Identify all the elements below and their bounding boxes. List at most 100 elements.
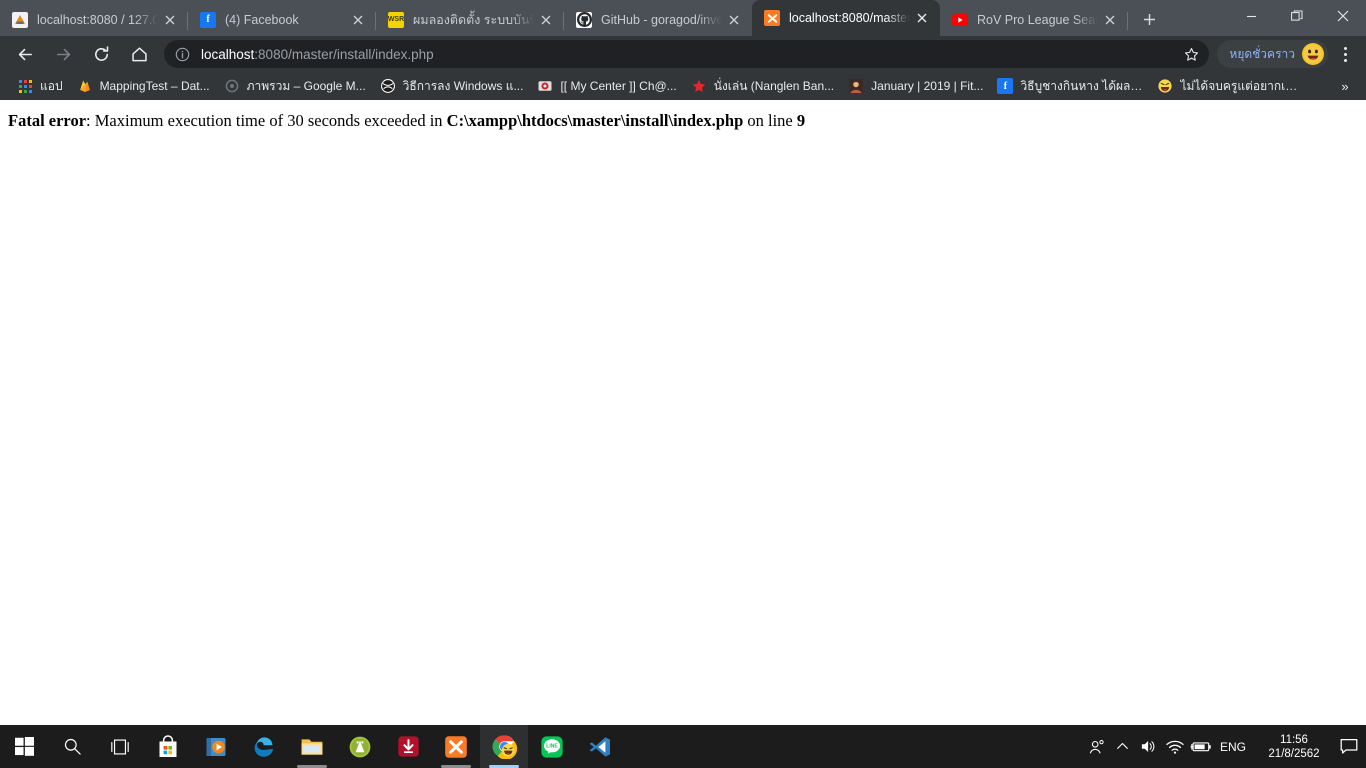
- taskbar-spacer: [624, 725, 1084, 768]
- firebase-icon: [77, 78, 93, 94]
- svg-text:LINE: LINE: [546, 743, 558, 749]
- facebook-icon: f: [200, 11, 216, 28]
- close-button[interactable]: [1320, 0, 1366, 32]
- download-manager-icon[interactable]: [384, 725, 432, 768]
- chrome-menu-button[interactable]: [1330, 38, 1360, 70]
- bookmark-mappingtest[interactable]: MappingTest – Dat...: [70, 75, 217, 97]
- people-icon[interactable]: [1084, 725, 1110, 768]
- tab-close-icon[interactable]: [160, 10, 180, 30]
- address-bar[interactable]: localhost:8080/master/install/index.php: [164, 40, 1210, 68]
- bookmark-label: ภาพรวม – Google M...: [246, 78, 366, 93]
- emoji-icon: [1157, 78, 1173, 94]
- tab-close-icon[interactable]: [348, 10, 368, 30]
- browser-tab-1[interactable]: localhost:8080 / 127.0.0: [0, 3, 188, 36]
- site-info-icon[interactable]: [175, 47, 191, 62]
- profile-button[interactable]: หยุดชั่วคราว: [1217, 40, 1328, 68]
- home-button[interactable]: [123, 38, 155, 70]
- clock-date: 21/8/2562: [1268, 747, 1320, 760]
- browser-tab-2[interactable]: f (4) Facebook: [188, 3, 376, 36]
- forward-button[interactable]: [47, 38, 79, 70]
- clock-time: 11:56: [1280, 733, 1308, 746]
- system-tray: ENG 11:56 21/8/2562: [1084, 725, 1366, 768]
- browser-tab-5-active[interactable]: localhost:8080/master/i: [752, 0, 940, 36]
- browser-tab-3[interactable]: WSR ผมลองติดตั้ง ระบบบันทึกข้อ: [376, 3, 564, 36]
- bookmark-my-center[interactable]: [[ My Center ]] Ch@...: [530, 75, 683, 97]
- line-icon[interactable]: LINE: [528, 725, 576, 768]
- bookmark-label: MappingTest – Dat...: [99, 79, 210, 93]
- windows-taskbar: LINE ENG 11:56 21/8/2562: [0, 725, 1366, 768]
- url-text[interactable]: localhost:8080/master/install/index.php: [201, 47, 1181, 62]
- page-content: Fatal error: Maximum execution time of 3…: [0, 100, 1366, 725]
- window-drag-area: [1166, 0, 1228, 36]
- error-label: Fatal error: [8, 111, 87, 130]
- bookmark-emoji-article[interactable]: ไม่ได้จบครูแต่อยากเป็น...: [1150, 75, 1310, 97]
- apps-grid-icon: [17, 78, 33, 94]
- menu-dot: [1343, 46, 1347, 50]
- chevron-up-icon[interactable]: [1110, 725, 1136, 768]
- tab-title: localhost:8080/master/i: [789, 11, 910, 25]
- globe-icon: [380, 78, 396, 94]
- error-file-path: C:\xampp\htdocs\master\install\index.php: [446, 111, 744, 130]
- tab-close-icon[interactable]: [724, 10, 744, 30]
- menu-dot: [1343, 58, 1347, 62]
- tab-title: (4) Facebook: [225, 12, 299, 27]
- phpmyadmin-icon: [12, 11, 28, 28]
- clock[interactable]: 11:56 21/8/2562: [1256, 725, 1332, 768]
- action-center-icon[interactable]: [1332, 725, 1366, 768]
- media-player-icon[interactable]: [192, 725, 240, 768]
- back-button[interactable]: [9, 38, 41, 70]
- tab-close-icon[interactable]: [912, 8, 932, 28]
- bookmark-label: วิธีการลง Windows แ...: [402, 78, 524, 93]
- facebook-icon: f: [997, 78, 1014, 94]
- microsoft-store-icon[interactable]: [144, 725, 192, 768]
- bookmark-windows-install[interactable]: วิธีการลง Windows แ...: [373, 75, 531, 97]
- restore-button[interactable]: [1274, 0, 1320, 32]
- minimize-button[interactable]: [1228, 0, 1274, 32]
- new-tab-button[interactable]: [1132, 4, 1166, 34]
- browser-tab-4[interactable]: GitHub - goragod/inve: [564, 3, 752, 36]
- language-indicator[interactable]: ENG: [1214, 725, 1256, 768]
- wsr-icon: WSR: [388, 11, 404, 28]
- tab-close-icon[interactable]: [536, 10, 556, 30]
- browser-tab-6[interactable]: RoV Pro League Season: [940, 3, 1128, 36]
- bookmark-label: ไม่ได้จบครูแต่อยากเป็น...: [1180, 78, 1304, 93]
- url-path: :8080/master/install/index.php: [254, 46, 434, 62]
- wifi-icon[interactable]: [1162, 725, 1188, 768]
- chrome-icon[interactable]: [480, 725, 528, 768]
- photo-icon: [848, 78, 864, 94]
- task-view-icon[interactable]: [96, 725, 144, 768]
- bookmark-facebook-post[interactable]: f วิธีบูชางกินหาง ได้ผลดี...: [990, 75, 1150, 97]
- bookmark-nanglen[interactable]: นั่งเล่น (Nanglen Ban...: [684, 75, 841, 97]
- bookmark-january-2019[interactable]: January | 2019 | Fit...: [841, 75, 990, 97]
- edge-icon[interactable]: [240, 725, 288, 768]
- vscode-icon[interactable]: [576, 725, 624, 768]
- error-on-line-text: on line: [743, 111, 797, 130]
- xampp-icon: [764, 10, 780, 26]
- url-host: localhost: [201, 46, 255, 62]
- error-separator: :: [86, 111, 95, 130]
- tab-title: GitHub - goragod/inve: [601, 12, 722, 27]
- search-icon[interactable]: [48, 725, 96, 768]
- xampp-icon[interactable]: [432, 725, 480, 768]
- php-fatal-error-message: Fatal error: Maximum execution time of 3…: [8, 111, 1358, 132]
- bookmark-star-icon[interactable]: [1181, 47, 1201, 62]
- youtube-icon: [952, 12, 968, 28]
- avatar: [1302, 43, 1324, 65]
- bookmark-google-maps[interactable]: ภาพรวม – Google M...: [217, 75, 373, 97]
- file-explorer-icon[interactable]: [288, 725, 336, 768]
- tab-list: localhost:8080 / 127.0.0 f (4) Facebook …: [0, 0, 1128, 36]
- tab-close-icon[interactable]: [1100, 10, 1120, 30]
- reload-button[interactable]: [85, 38, 117, 70]
- android-studio-icon[interactable]: [336, 725, 384, 768]
- battery-charging-icon[interactable]: [1188, 725, 1214, 768]
- bookmark-label: January | 2019 | Fit...: [871, 79, 984, 93]
- bookmarks-bar: แอป MappingTest – Dat... ภาพรวม – Google…: [0, 72, 1366, 100]
- volume-icon[interactable]: [1136, 725, 1162, 768]
- tab-title: localhost:8080 / 127.0.0: [37, 12, 158, 27]
- tab-strip: localhost:8080 / 127.0.0 f (4) Facebook …: [0, 0, 1366, 36]
- bookmark-apps[interactable]: แอป: [10, 75, 70, 97]
- tab-title: ผมลองติดตั้ง ระบบบันทึกข้อ: [413, 12, 534, 27]
- bookmarks-overflow-button[interactable]: »: [1334, 75, 1356, 97]
- start-button[interactable]: [0, 725, 48, 768]
- bookmark-label: [[ My Center ]] Ch@...: [560, 79, 677, 93]
